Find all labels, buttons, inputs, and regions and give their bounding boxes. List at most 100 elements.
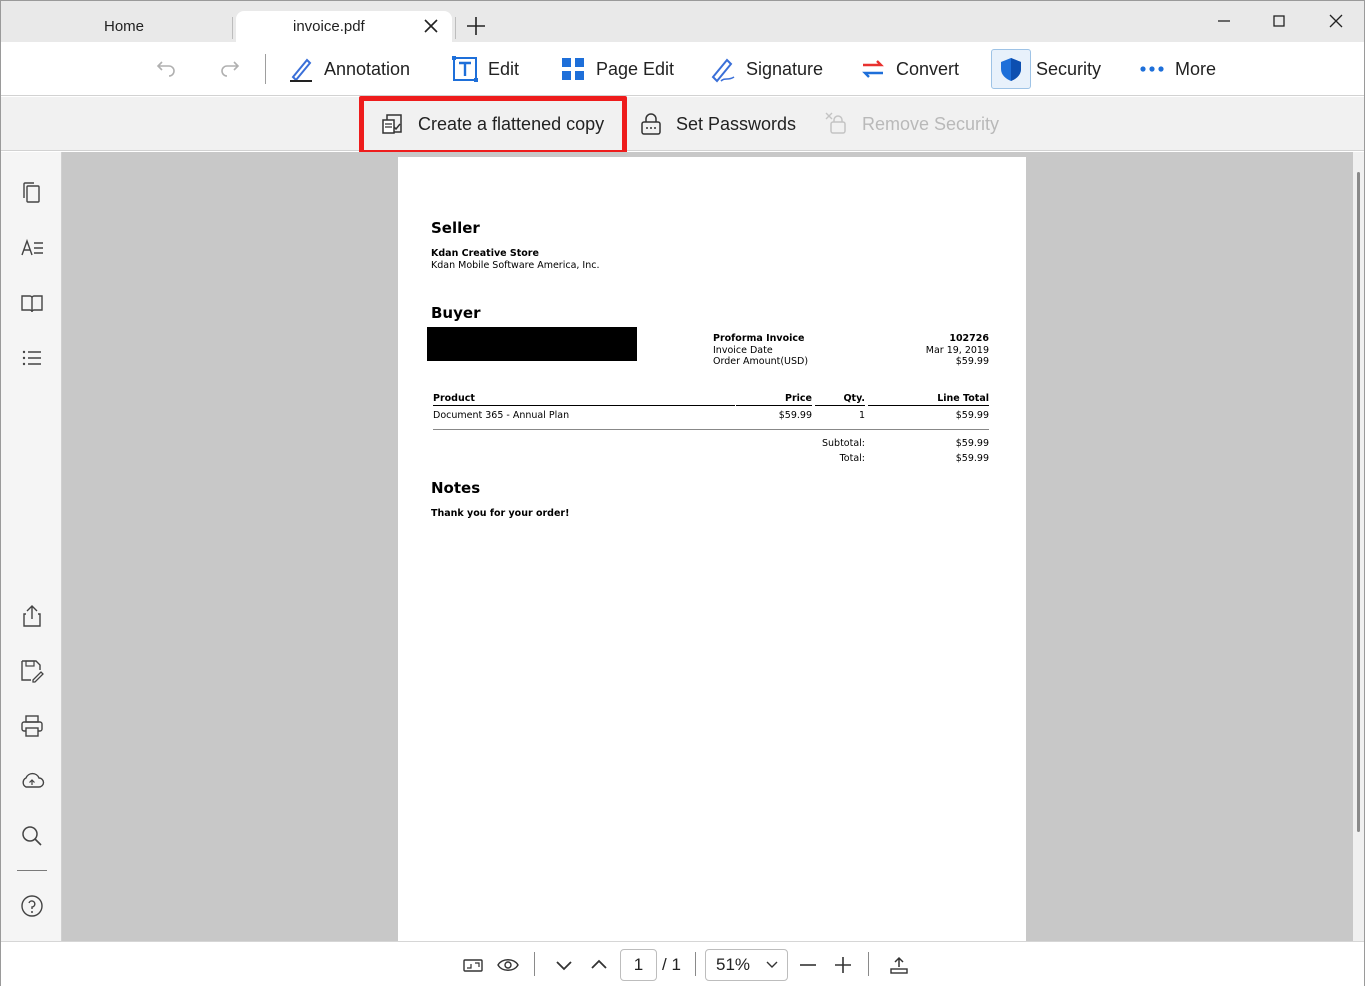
convert-button[interactable]: Convert bbox=[859, 49, 959, 89]
document-canvas[interactable]: Seller Kdan Creative Store Kdan Mobile S… bbox=[62, 152, 1353, 941]
pdf-page: Seller Kdan Creative Store Kdan Mobile S… bbox=[398, 157, 1026, 941]
row-price: $59.99 bbox=[778, 410, 812, 421]
next-page-chevron-down-icon[interactable] bbox=[553, 954, 575, 976]
header-rule bbox=[815, 405, 865, 406]
order-amount: $59.99 bbox=[955, 356, 989, 367]
print-icon[interactable] bbox=[19, 713, 45, 739]
chevron-down-icon bbox=[765, 957, 779, 971]
bottom-bar: 1 / 1 51% bbox=[1, 941, 1364, 986]
col-qty: Qty. bbox=[843, 393, 865, 404]
bottom-divider bbox=[534, 952, 535, 976]
fit-page-icon[interactable] bbox=[462, 954, 484, 976]
left-sidebar bbox=[1, 152, 62, 986]
buyer-heading: Buyer bbox=[431, 304, 481, 322]
sidebar-divider bbox=[17, 870, 47, 871]
cloud-icon[interactable] bbox=[19, 768, 45, 794]
invoice-number: 102726 bbox=[949, 333, 989, 344]
scrollbar-thumb[interactable] bbox=[1357, 172, 1360, 832]
header-rule bbox=[433, 405, 735, 406]
more-button[interactable]: More bbox=[1138, 49, 1216, 89]
invoice-date-label: Invoice Date bbox=[713, 345, 773, 356]
tab-invoice[interactable]: invoice.pdf bbox=[236, 11, 452, 42]
remove-security-label: Remove Security bbox=[862, 113, 1000, 134]
convert-label: Convert bbox=[896, 58, 960, 79]
security-label: Security bbox=[1036, 58, 1102, 79]
col-price: Price bbox=[785, 393, 812, 404]
eye-view-icon[interactable] bbox=[497, 954, 519, 976]
set-passwords-button[interactable]: Set Passwords bbox=[639, 109, 796, 139]
tab-divider bbox=[232, 17, 233, 39]
vertical-scrollbar[interactable] bbox=[1353, 152, 1364, 941]
invoice-date: Mar 19, 2019 bbox=[925, 345, 989, 356]
security-button[interactable]: Security bbox=[991, 48, 1101, 90]
save-as-icon[interactable] bbox=[19, 658, 45, 684]
bottom-divider bbox=[695, 952, 696, 976]
help-icon[interactable] bbox=[19, 893, 45, 919]
page-edit-button[interactable]: Page Edit bbox=[559, 49, 674, 89]
order-amount-label: Order Amount(USD) bbox=[713, 356, 809, 367]
toolbar-divider bbox=[265, 54, 266, 84]
app-window: Home invoice.pdf Annotation Edit Page Ed… bbox=[0, 0, 1365, 986]
zoom-out-minus-icon[interactable] bbox=[797, 954, 819, 976]
tab-divider bbox=[455, 17, 456, 39]
pages-icon[interactable] bbox=[19, 180, 45, 206]
seller-company: Kdan Mobile Software America, Inc. bbox=[431, 260, 600, 271]
signature-pen-icon bbox=[709, 55, 737, 83]
outline-list-icon[interactable] bbox=[19, 345, 45, 371]
signature-label: Signature bbox=[746, 58, 824, 79]
unlock-remove-icon bbox=[825, 112, 849, 136]
row-qty: 1 bbox=[858, 410, 865, 421]
subtotal-value: $59.99 bbox=[955, 438, 989, 449]
close-tab-icon[interactable] bbox=[421, 16, 441, 36]
share-icon[interactable] bbox=[19, 603, 45, 629]
pen-icon bbox=[287, 55, 315, 83]
window-close-icon[interactable] bbox=[1324, 9, 1348, 33]
remove-security-button[interactable]: Remove Security bbox=[825, 109, 999, 139]
seller-heading: Seller bbox=[431, 219, 480, 237]
row-product: Document 365 - Annual Plan bbox=[433, 410, 570, 421]
total-label: Total: bbox=[839, 453, 865, 464]
header-rule bbox=[868, 405, 989, 406]
seller-name: Kdan Creative Store bbox=[431, 248, 539, 259]
page-edit-label: Page Edit bbox=[596, 58, 675, 79]
edit-label: Edit bbox=[488, 58, 520, 79]
tab-home[interactable]: Home bbox=[15, 11, 233, 42]
new-tab-plus-icon[interactable] bbox=[464, 14, 488, 38]
signature-button[interactable]: Signature bbox=[709, 49, 823, 89]
title-bar: Home invoice.pdf bbox=[1, 1, 1364, 42]
search-icon[interactable] bbox=[19, 823, 45, 849]
subtotal-label: Subtotal: bbox=[821, 438, 865, 449]
convert-arrows-icon bbox=[859, 55, 887, 83]
redo-icon[interactable] bbox=[219, 57, 243, 81]
bookmark-book-icon[interactable] bbox=[19, 290, 45, 316]
page-total: / 1 bbox=[662, 955, 681, 974]
annotation-button[interactable]: Annotation bbox=[287, 49, 410, 89]
notes-heading: Notes bbox=[431, 479, 481, 497]
more-label: More bbox=[1175, 58, 1217, 79]
annotation-label: Annotation bbox=[324, 58, 411, 79]
page-number-input[interactable]: 1 bbox=[620, 949, 657, 981]
redacted-buyer-block bbox=[427, 327, 637, 361]
total-value: $59.99 bbox=[955, 453, 989, 464]
bottom-divider bbox=[868, 952, 869, 976]
zoom-value: 51% bbox=[716, 955, 751, 974]
scroll-to-top-icon[interactable] bbox=[888, 954, 910, 976]
set-passwords-label: Set Passwords bbox=[676, 113, 797, 134]
more-dots-icon bbox=[1138, 55, 1166, 83]
security-subtoolbar: Create a flattened copy Set Passwords Re… bbox=[1, 97, 1364, 151]
zoom-in-plus-icon[interactable] bbox=[832, 954, 854, 976]
prev-page-chevron-up-icon[interactable] bbox=[588, 954, 610, 976]
minimize-icon[interactable] bbox=[1212, 9, 1236, 33]
col-product: Product bbox=[433, 393, 475, 404]
header-rule bbox=[736, 405, 812, 406]
edit-button[interactable]: Edit bbox=[451, 49, 519, 89]
text-edit-icon bbox=[451, 55, 479, 83]
col-line-total: Line Total bbox=[937, 393, 989, 404]
undo-icon[interactable] bbox=[153, 57, 177, 81]
row-rule bbox=[433, 429, 989, 430]
zoom-select[interactable]: 51% bbox=[705, 949, 788, 981]
maximize-icon[interactable] bbox=[1267, 9, 1291, 33]
invoice-label: Proforma Invoice bbox=[713, 333, 805, 344]
main-toolbar: Annotation Edit Page Edit Signature Conv bbox=[1, 42, 1364, 96]
text-style-icon[interactable] bbox=[19, 235, 45, 261]
